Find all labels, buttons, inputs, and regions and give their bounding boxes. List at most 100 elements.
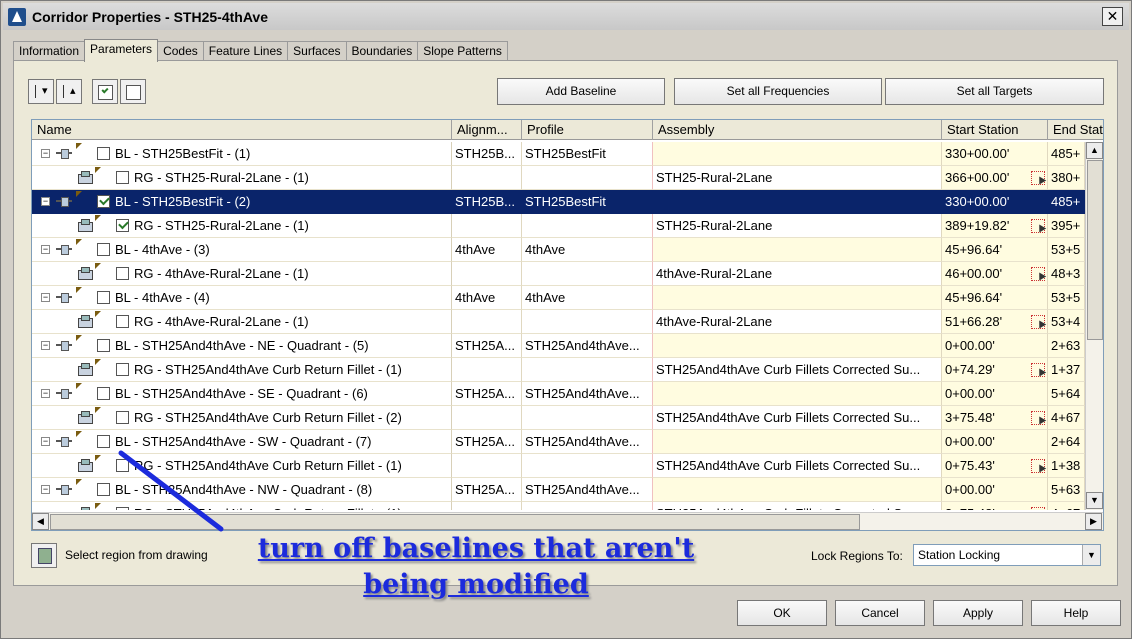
profile-cell[interactable]: STH25And4thAve... — [522, 478, 653, 502]
end-station-cell[interactable]: 53+5 — [1048, 238, 1085, 262]
col-start-station[interactable]: Start Station — [942, 120, 1048, 140]
end-station-cell[interactable]: 380+ — [1048, 166, 1085, 190]
name-cell[interactable]: − BL - STH25BestFit - (1) — [32, 142, 452, 166]
alignment-cell[interactable] — [452, 166, 522, 190]
alignment-cell[interactable]: STH25A... — [452, 430, 522, 454]
assembly-cell[interactable] — [653, 286, 942, 310]
profile-cell[interactable] — [522, 406, 653, 430]
lock-regions-dropdown[interactable]: Station Locking ▼ — [913, 544, 1101, 566]
start-station-cell[interactable]: 46+00.00' — [942, 262, 1048, 286]
tree-collapse-icon[interactable]: − — [41, 389, 50, 398]
alignment-cell[interactable]: STH25A... — [452, 334, 522, 358]
close-button[interactable]: ✕ — [1102, 7, 1123, 26]
baseline-checkbox[interactable] — [97, 147, 110, 160]
cancel-button[interactable]: Cancel — [835, 600, 925, 626]
baseline-checkbox[interactable] — [97, 291, 110, 304]
region-row[interactable]: RG - STH25And4thAve Curb Return Fillet -… — [32, 406, 1085, 430]
horizontal-scroll-thumb[interactable] — [50, 514, 860, 530]
start-station-cell[interactable]: 51+66.28' — [942, 310, 1048, 334]
profile-cell[interactable] — [522, 262, 653, 286]
collapse-all-icon[interactable] — [56, 79, 82, 104]
end-station-cell[interactable]: 48+3 — [1048, 262, 1085, 286]
assembly-cell[interactable] — [653, 142, 942, 166]
start-station-cell[interactable]: 366+00.00' — [942, 166, 1048, 190]
region-row[interactable]: RG - STH25And4thAve Curb Return Fillet -… — [32, 454, 1085, 478]
vertical-scrollbar[interactable]: ▲ ▼ — [1085, 142, 1103, 510]
alignment-cell[interactable] — [452, 262, 522, 286]
pick-station-icon[interactable] — [1031, 459, 1045, 473]
end-station-cell[interactable]: 4+67 — [1048, 406, 1085, 430]
start-station-cell[interactable]: 389+19.82' — [942, 214, 1048, 238]
region-checkbox[interactable] — [116, 459, 129, 472]
profile-cell[interactable] — [522, 358, 653, 382]
profile-cell[interactable]: STH25And4thAve... — [522, 382, 653, 406]
name-cell[interactable]: RG - STH25-Rural-2Lane - (1) — [32, 166, 452, 190]
start-station-cell[interactable]: 45+96.64' — [942, 286, 1048, 310]
region-row[interactable]: RG - 4thAve-Rural-2Lane - (1) 4thAve-Rura… — [32, 262, 1085, 286]
start-station-cell[interactable]: 0+00.00' — [942, 478, 1048, 502]
baseline-row[interactable]: − BL - 4thAve - (3) 4thAve 4thAve 45+96.64' 5… — [32, 238, 1085, 262]
help-button[interactable]: Help — [1031, 600, 1121, 626]
profile-cell[interactable]: STH25BestFit — [522, 190, 653, 214]
name-cell[interactable]: RG - STH25And4thAve Curb Return Fillet -… — [32, 406, 452, 430]
region-checkbox[interactable] — [116, 507, 129, 510]
baseline-row[interactable]: − BL - STH25BestFit - (1) STH25B... STH25Be… — [32, 142, 1085, 166]
alignment-cell[interactable]: STH25B... — [452, 190, 522, 214]
col-end-station[interactable]: End Stat — [1048, 120, 1103, 140]
assembly-cell[interactable] — [653, 334, 942, 358]
end-station-cell[interactable]: 485+ — [1048, 190, 1085, 214]
apply-button[interactable]: Apply — [933, 600, 1023, 626]
name-cell[interactable]: − BL - STH25BestFit - (2) — [32, 190, 452, 214]
col-profile[interactable]: Profile — [522, 120, 653, 140]
tree-collapse-icon[interactable]: − — [41, 485, 50, 494]
name-cell[interactable]: RG - STH25And4thAve Curb Return Fillet -… — [32, 454, 452, 478]
start-station-cell[interactable]: 3+75.48' — [942, 406, 1048, 430]
region-row[interactable]: RG - STH25-Rural-2Lane - (1) STH25-Rural-… — [32, 214, 1085, 238]
start-station-cell[interactable]: 0+00.00' — [942, 382, 1048, 406]
select-region-button[interactable] — [31, 543, 57, 568]
baseline-row[interactable]: − BL - STH25And4thAve - NE - Quadrant - (… — [32, 334, 1085, 358]
add-baseline-button[interactable]: Add Baseline — [497, 78, 665, 105]
assembly-cell[interactable]: STH25-Rural-2Lane — [653, 214, 942, 238]
pick-station-icon[interactable] — [1031, 507, 1045, 510]
baseline-checkbox[interactable] — [97, 339, 110, 352]
region-row[interactable]: RG - STH25And4thAve Curb Return Fillet -… — [32, 358, 1085, 382]
alignment-cell[interactable]: 4thAve — [452, 286, 522, 310]
end-station-cell[interactable]: 2+63 — [1048, 334, 1085, 358]
assembly-cell[interactable]: 4thAve-Rural-2Lane — [653, 262, 942, 286]
end-station-cell[interactable]: 5+64 — [1048, 382, 1085, 406]
tree-collapse-icon[interactable]: − — [41, 197, 50, 206]
check-all-icon[interactable] — [92, 79, 118, 104]
set-all-targets-button[interactable]: Set all Targets — [885, 78, 1104, 105]
baseline-row[interactable]: − BL - STH25And4thAve - NW - Quadrant - (… — [32, 478, 1085, 502]
baseline-checkbox[interactable] — [97, 243, 110, 256]
assembly-cell[interactable]: STH25And4thAve Curb Fillets Corrected Su… — [653, 502, 942, 510]
pick-station-icon[interactable] — [1031, 219, 1045, 233]
baseline-row[interactable]: − BL - STH25BestFit - (2) STH25B... STH25Be… — [32, 190, 1085, 214]
tree-collapse-icon[interactable]: − — [41, 437, 50, 446]
end-station-cell[interactable]: 485+ — [1048, 142, 1085, 166]
alignment-cell[interactable] — [452, 358, 522, 382]
alignment-cell[interactable]: 4thAve — [452, 238, 522, 262]
region-row[interactable]: RG - STH25-Rural-2Lane - (1) STH25-Rural-… — [32, 166, 1085, 190]
baseline-row[interactable]: − BL - 4thAve - (4) 4thAve 4thAve 45+96.64' 5… — [32, 286, 1085, 310]
set-all-frequencies-button[interactable]: Set all Frequencies — [674, 78, 882, 105]
tab-boundaries[interactable]: Boundaries — [345, 41, 419, 61]
region-row[interactable]: RG - STH25And4thAve Curb Return Fillet -… — [32, 502, 1085, 510]
name-cell[interactable]: − BL - 4thAve - (4) — [32, 286, 452, 310]
name-cell[interactable]: RG - STH25-Rural-2Lane - (1) — [32, 214, 452, 238]
region-checkbox[interactable] — [116, 171, 129, 184]
assembly-cell[interactable]: STH25And4thAve Curb Fillets Corrected Su… — [653, 454, 942, 478]
alignment-cell[interactable] — [452, 310, 522, 334]
profile-cell[interactable] — [522, 454, 653, 478]
alignment-cell[interactable] — [452, 406, 522, 430]
col-assembly[interactable]: Assembly — [653, 120, 942, 140]
region-checkbox[interactable] — [116, 219, 129, 232]
region-checkbox[interactable] — [116, 411, 129, 424]
assembly-cell[interactable]: 4thAve-Rural-2Lane — [653, 310, 942, 334]
tree-collapse-icon[interactable]: − — [41, 245, 50, 254]
baseline-checkbox[interactable] — [97, 195, 110, 208]
assembly-cell[interactable]: STH25-Rural-2Lane — [653, 166, 942, 190]
profile-cell[interactable] — [522, 214, 653, 238]
name-cell[interactable]: − BL - 4thAve - (3) — [32, 238, 452, 262]
